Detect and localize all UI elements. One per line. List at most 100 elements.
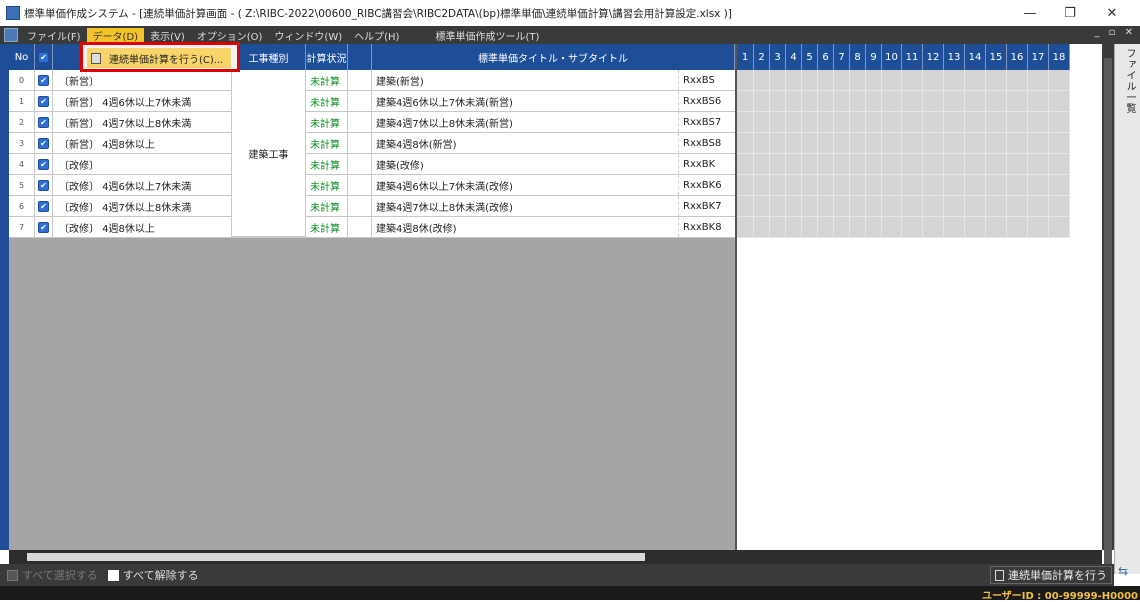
schedule-cell[interactable] xyxy=(902,175,923,196)
menu-window[interactable]: ウィンドウ(W) xyxy=(268,28,348,43)
schedule-cell[interactable] xyxy=(944,217,965,238)
schedule-cell[interactable] xyxy=(770,133,786,154)
schedule-cell[interactable] xyxy=(786,175,802,196)
schedule-cell[interactable] xyxy=(818,91,834,112)
schedule-cell[interactable] xyxy=(770,70,786,91)
checkbox-checked-icon[interactable]: ✔ xyxy=(38,179,49,191)
schedule-cell[interactable] xyxy=(986,112,1007,133)
menu-option[interactable]: オプション(O) xyxy=(191,28,269,43)
minimize-icon[interactable]: — xyxy=(1010,0,1050,26)
horizontal-scroll-thumb[interactable] xyxy=(27,553,645,561)
schedule-cell[interactable] xyxy=(882,112,902,133)
schedule-cell[interactable] xyxy=(986,217,1007,238)
schedule-cell[interactable] xyxy=(902,91,923,112)
schedule-cell[interactable] xyxy=(802,70,818,91)
schedule-cell[interactable] xyxy=(944,154,965,175)
menu-data[interactable]: データ(D) xyxy=(86,27,145,43)
schedule-cell[interactable] xyxy=(866,175,882,196)
schedule-cell[interactable] xyxy=(986,154,1007,175)
checkbox-checked-icon[interactable]: ✔ xyxy=(38,74,49,86)
schedule-cell[interactable] xyxy=(754,91,770,112)
schedule-cell[interactable] xyxy=(802,217,818,238)
schedule-cell[interactable] xyxy=(737,217,754,238)
schedule-cell[interactable] xyxy=(1049,133,1070,154)
schedule-cell[interactable] xyxy=(965,154,986,175)
schedule-cell[interactable] xyxy=(834,91,850,112)
select-all-button[interactable]: すべて選択する xyxy=(4,567,101,583)
schedule-cell[interactable] xyxy=(737,154,754,175)
schedule-cell[interactable] xyxy=(818,196,834,217)
vertical-scroll-thumb[interactable] xyxy=(1104,58,1112,578)
schedule-cell[interactable] xyxy=(786,70,802,91)
schedule-cell[interactable] xyxy=(737,112,754,133)
schedule-cell[interactable] xyxy=(986,133,1007,154)
schedule-cell[interactable] xyxy=(1007,217,1028,238)
schedule-cell[interactable] xyxy=(786,112,802,133)
schedule-cell[interactable] xyxy=(770,112,786,133)
schedule-cell[interactable] xyxy=(866,196,882,217)
schedule-cell[interactable] xyxy=(882,217,902,238)
schedule-cell[interactable] xyxy=(1049,217,1070,238)
schedule-cell[interactable] xyxy=(818,154,834,175)
schedule-cell[interactable] xyxy=(923,133,944,154)
table-row[interactable]: 7 ✔ 〔改修〕 4週8休以上 未計算 建築4週8休(改修) RxxBK8 xyxy=(9,217,735,238)
row-check-cell[interactable]: ✔ xyxy=(35,112,53,132)
schedule-cell[interactable] xyxy=(902,154,923,175)
schedule-cell[interactable] xyxy=(850,133,866,154)
restore-icon[interactable]: ❐ xyxy=(1050,0,1090,26)
schedule-cell[interactable] xyxy=(882,175,902,196)
table-row[interactable]: 1 ✔ 〔新営〕 4週6休以上7休未満 未計算 建築4週6休以上7休未満(新営) RxxB… xyxy=(9,91,735,112)
schedule-cell[interactable] xyxy=(986,70,1007,91)
schedule-cell[interactable] xyxy=(737,133,754,154)
schedule-cell[interactable] xyxy=(786,91,802,112)
schedule-cell[interactable] xyxy=(986,196,1007,217)
schedule-cell[interactable] xyxy=(965,70,986,91)
schedule-cell[interactable] xyxy=(850,217,866,238)
schedule-cell[interactable] xyxy=(1028,70,1049,91)
header-check[interactable]: ✔ xyxy=(35,44,53,70)
schedule-cell[interactable] xyxy=(818,217,834,238)
checkbox-checked-icon[interactable]: ✔ xyxy=(38,95,49,107)
schedule-cell[interactable] xyxy=(965,196,986,217)
row-check-cell[interactable]: ✔ xyxy=(35,175,53,195)
checkbox-checked-icon[interactable]: ✔ xyxy=(38,158,49,170)
schedule-cell[interactable] xyxy=(866,70,882,91)
schedule-cell[interactable] xyxy=(802,154,818,175)
schedule-cell[interactable] xyxy=(737,91,754,112)
schedule-cell[interactable] xyxy=(923,154,944,175)
schedule-cell[interactable] xyxy=(770,175,786,196)
schedule-cell[interactable] xyxy=(1028,154,1049,175)
schedule-cell[interactable] xyxy=(866,154,882,175)
schedule-cell[interactable] xyxy=(802,112,818,133)
schedule-cell[interactable] xyxy=(986,175,1007,196)
schedule-cell[interactable] xyxy=(834,112,850,133)
schedule-cell[interactable] xyxy=(1028,217,1049,238)
dock-icon[interactable]: ⇆ xyxy=(1118,564,1136,584)
schedule-cell[interactable] xyxy=(902,133,923,154)
schedule-cell[interactable] xyxy=(902,196,923,217)
schedule-cell[interactable] xyxy=(986,91,1007,112)
schedule-cell[interactable] xyxy=(850,70,866,91)
schedule-cell[interactable] xyxy=(882,70,902,91)
schedule-cell[interactable] xyxy=(770,154,786,175)
row-check-cell[interactable]: ✔ xyxy=(35,91,53,111)
schedule-cell[interactable] xyxy=(754,175,770,196)
schedule-cell[interactable] xyxy=(802,133,818,154)
schedule-cell[interactable] xyxy=(802,175,818,196)
continuous-calc-button[interactable]: 連続単価計算を行う xyxy=(990,566,1112,584)
schedule-cell[interactable] xyxy=(923,196,944,217)
mdi-window-controls[interactable]: _ ▫ ✕ xyxy=(1094,27,1136,38)
vertical-scrollbar[interactable] xyxy=(1102,44,1114,578)
schedule-cell[interactable] xyxy=(1028,133,1049,154)
schedule-cell[interactable] xyxy=(754,70,770,91)
checkbox-checked-icon[interactable]: ✔ xyxy=(38,221,49,233)
schedule-cell[interactable] xyxy=(850,196,866,217)
schedule-cell[interactable] xyxy=(802,196,818,217)
close-icon[interactable]: ✕ xyxy=(1092,0,1132,26)
schedule-cell[interactable] xyxy=(866,217,882,238)
schedule-cell[interactable] xyxy=(1049,112,1070,133)
schedule-cell[interactable] xyxy=(786,217,802,238)
schedule-cell[interactable] xyxy=(1007,196,1028,217)
header-check-icon[interactable]: ✔ xyxy=(38,51,49,63)
schedule-cell[interactable] xyxy=(944,70,965,91)
